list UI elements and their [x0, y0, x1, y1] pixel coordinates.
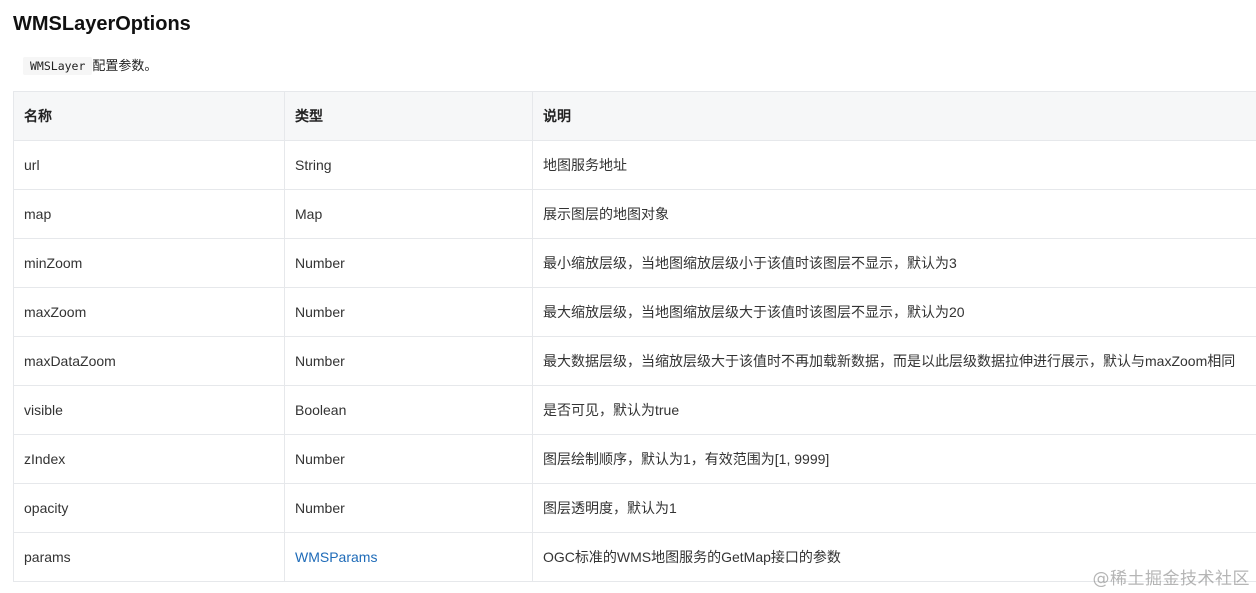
cell-type: Boolean	[284, 385, 533, 435]
cell-name: maxDataZoom	[13, 336, 285, 386]
cell-type: Number	[284, 434, 533, 484]
cell-name: opacity	[13, 483, 285, 533]
cell-name: url	[13, 140, 285, 190]
cell-type: Map	[284, 189, 533, 239]
header-name: 名称	[13, 91, 285, 141]
table-row: params WMSParams OGC标准的WMS地图服务的GetMap接口的…	[13, 532, 1256, 582]
cell-name: zIndex	[13, 434, 285, 484]
cell-type: Number	[284, 336, 533, 386]
table-row: visible Boolean 是否可见，默认为true	[13, 385, 1256, 435]
intro-text: 配置参数。	[92, 58, 158, 73]
cell-type: String	[284, 140, 533, 190]
cell-description: 最大数据层级，当缩放层级大于该值时不再加载新数据，而是以此层级数据拉伸进行展示，…	[532, 336, 1256, 386]
table-row: opacity Number 图层透明度，默认为1	[13, 483, 1256, 533]
cell-description: 是否可见，默认为true	[532, 385, 1256, 435]
table-header-row: 名称 类型 说明	[13, 91, 1256, 141]
table-row: map Map 展示图层的地图对象	[13, 189, 1256, 239]
inline-code-wmslayer: WMSLayer	[23, 57, 93, 75]
watermark: @稀土掘金技术社区	[1092, 569, 1250, 589]
cell-name: visible	[13, 385, 285, 435]
options-table: 名称 类型 说明 url String 地图服务地址 map Map 展示图层的…	[13, 91, 1256, 582]
table-row: url String 地图服务地址	[13, 140, 1256, 190]
table-row: zIndex Number 图层绘制顺序，默认为1，有效范围为[1, 9999]	[13, 434, 1256, 484]
wmsparams-link[interactable]: WMSParams	[295, 549, 377, 565]
table-row: maxDataZoom Number 最大数据层级，当缩放层级大于该值时不再加载…	[13, 336, 1256, 386]
cell-name: params	[13, 532, 285, 582]
header-description: 说明	[532, 91, 1256, 141]
cell-description: 地图服务地址	[532, 140, 1256, 190]
intro-paragraph: WMSLayer 配置参数。	[23, 55, 157, 77]
table-row: maxZoom Number 最大缩放层级，当地图缩放层级大于该值时该图层不显示…	[13, 287, 1256, 337]
cell-type: Number	[284, 287, 533, 337]
cell-description: 最小缩放层级，当地图缩放层级小于该值时该图层不显示，默认为3	[532, 238, 1256, 288]
page-title: WMSLayerOptions	[13, 13, 191, 35]
cell-description: 最大缩放层级，当地图缩放层级大于该值时该图层不显示，默认为20	[532, 287, 1256, 337]
cell-description: 展示图层的地图对象	[532, 189, 1256, 239]
cell-description: 图层透明度，默认为1	[532, 483, 1256, 533]
cell-type: Number	[284, 238, 533, 288]
header-type: 类型	[284, 91, 533, 141]
cell-description: 图层绘制顺序，默认为1，有效范围为[1, 9999]	[532, 434, 1256, 484]
table-row: minZoom Number 最小缩放层级，当地图缩放层级小于该值时该图层不显示…	[13, 238, 1256, 288]
cell-name: maxZoom	[13, 287, 285, 337]
cell-type: Number	[284, 483, 533, 533]
cell-name: minZoom	[13, 238, 285, 288]
cell-name: map	[13, 189, 285, 239]
cell-type: WMSParams	[284, 532, 533, 582]
